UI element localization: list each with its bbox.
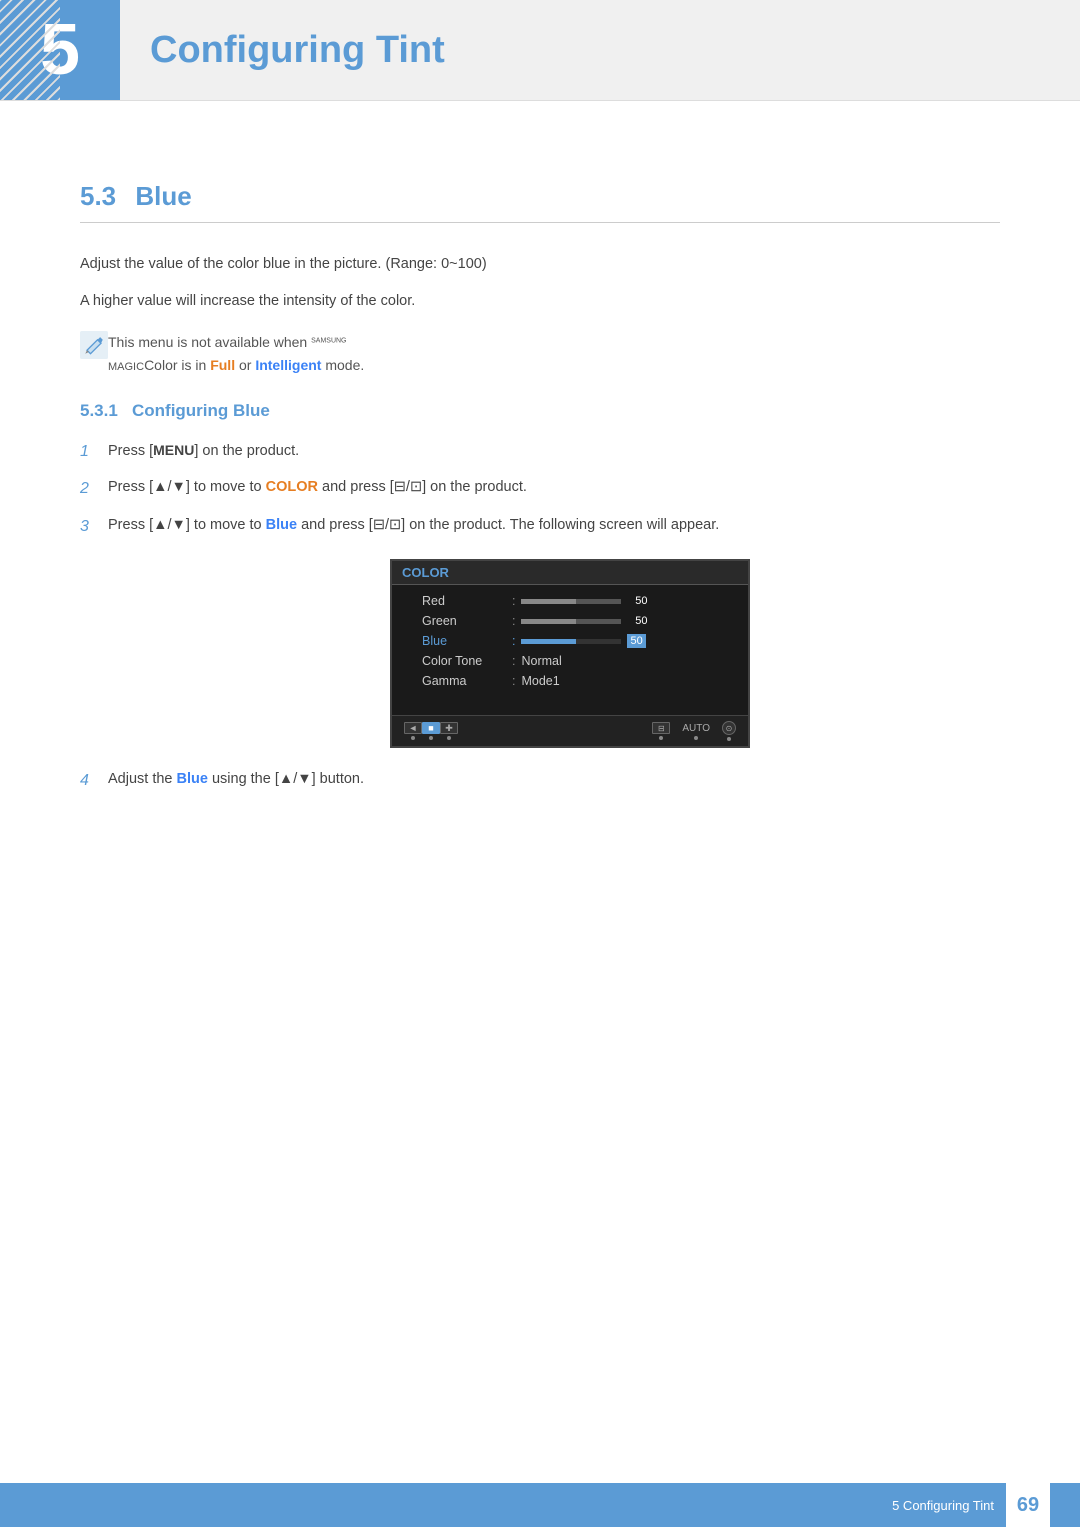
section-number: 5.3	[80, 181, 116, 211]
footer-icon-power: ⊙	[722, 721, 736, 735]
note-end: mode.	[321, 357, 364, 373]
note-icon	[80, 331, 108, 359]
color-word-step2: COLOR	[266, 479, 318, 495]
step-text-2: Press [▲/▼] to move to COLOR and press […	[108, 476, 1000, 499]
step-2: 2 Press [▲/▼] to move to COLOR and press…	[80, 476, 1000, 502]
menu-value-gamma: Mode1	[521, 674, 559, 688]
subsection-heading: 5.3.1 Configuring Blue	[80, 401, 1000, 421]
note-intelligent-word: Intelligent	[255, 357, 321, 373]
subsection-number: 5.3.1	[80, 401, 118, 420]
bar-track-green	[521, 619, 621, 624]
monitor-footer: ◄ ■ ✚ ⊟ AUTO	[392, 715, 748, 746]
section-heading: 5.3 Blue	[80, 181, 1000, 223]
monitor-menu-header: COLOR	[392, 561, 748, 585]
menu-value-green: 50	[521, 615, 647, 627]
chapter-banner: 5 Configuring Tint	[0, 0, 1080, 101]
monitor-menu-body: Red : 50 Green :	[392, 585, 748, 715]
footer-dot-4	[659, 736, 663, 740]
footer-btn-plus: ✚	[440, 722, 458, 740]
bar-track-red	[521, 599, 621, 604]
subsection-title-text: Configuring Blue	[132, 401, 270, 420]
menu-value-red: 50	[521, 595, 647, 607]
footer-icon-plus: ✚	[440, 722, 458, 734]
footer-icon-square: ■	[422, 722, 440, 734]
step-4-list: 4 Adjust the Blue using the [▲/▼] button…	[80, 768, 1000, 794]
bar-fill-blue	[521, 639, 576, 644]
monitor-screen: COLOR Red : 50 Green :	[390, 559, 750, 748]
menu-row-red: Red : 50	[392, 591, 748, 611]
step-3: 3 Press [▲/▼] to move to Blue and press …	[80, 514, 1000, 540]
menu-row-gamma: Gamma : Mode1	[392, 671, 748, 691]
step-1: 1 Press [MENU] on the product.	[80, 439, 1000, 465]
footer-dot-5	[694, 736, 698, 740]
screen-container: COLOR Red : 50 Green :	[140, 559, 1000, 748]
footer-page-number: 69	[1006, 1483, 1050, 1527]
menu-label-gamma: Gamma	[422, 674, 512, 688]
footer-dot-2	[429, 736, 433, 740]
menu-label-colortone: Color Tone	[422, 654, 512, 668]
bar-value-green: 50	[627, 615, 647, 627]
note-text-mid: Color is in	[144, 357, 210, 373]
footer-icon-monitor: ⊟	[652, 722, 670, 734]
bar-track-blue	[521, 639, 621, 644]
menu-row-blue: Blue : 50	[392, 631, 748, 651]
menu-row-colortone: Color Tone : Normal	[392, 651, 748, 671]
footer-btn-power: ⊙	[722, 721, 736, 741]
menu-label-red: Red	[422, 594, 512, 608]
step-number-3: 3	[80, 514, 108, 540]
menu-value-colortone: Normal	[521, 654, 561, 668]
footer-dot-3	[447, 736, 451, 740]
bar-fill-red	[521, 599, 576, 604]
footer-btn-left: ◄	[404, 722, 422, 740]
note-or: or	[235, 357, 255, 373]
description-para1: Adjust the value of the color blue in th…	[80, 253, 1000, 276]
chapter-header: 5 Configuring Tint	[0, 0, 1080, 141]
step-number-2: 2	[80, 476, 108, 502]
note-box: This menu is not available when SAMSUNGM…	[80, 331, 1000, 376]
footer-btn-square: ■	[422, 722, 440, 740]
menu-row-green: Green : 50	[392, 611, 748, 631]
chapter-title: Configuring Tint	[120, 29, 445, 72]
footer-icon-left: ◄	[404, 722, 422, 734]
note-content: This menu is not available when SAMSUNGM…	[108, 331, 364, 376]
bar-fill-green	[521, 619, 576, 624]
diagonal-decoration	[0, 0, 60, 100]
footer-dot-1	[411, 736, 415, 740]
color-word-step3: Blue	[266, 517, 297, 533]
step-4: 4 Adjust the Blue using the [▲/▼] button…	[80, 768, 1000, 794]
footer-btn-monitor: ⊟	[652, 722, 670, 740]
main-content: 5.3 Blue Adjust the value of the color b…	[0, 181, 1080, 894]
menu-spacer	[392, 691, 748, 709]
menu-label-blue: Blue	[422, 634, 512, 648]
bar-value-red: 50	[627, 595, 647, 607]
step-number-1: 1	[80, 439, 108, 465]
menu-label-green: Green	[422, 614, 512, 628]
steps-list: 1 Press [MENU] on the product. 2 Press […	[80, 439, 1000, 540]
section-title-text: Blue	[135, 181, 191, 211]
footer-btn-auto: AUTO	[682, 723, 710, 740]
step-text-4: Adjust the Blue using the [▲/▼] button.	[108, 768, 1000, 791]
color-word-step4: Blue	[177, 771, 208, 787]
menu-key: MENU	[153, 442, 194, 458]
bar-value-blue: 50	[627, 634, 645, 648]
note-text-before: This menu is not available when	[108, 334, 311, 350]
footer-auto-text: AUTO	[682, 723, 710, 734]
step-number-4: 4	[80, 768, 108, 794]
page-footer: 5 Configuring Tint 69	[0, 1483, 1080, 1527]
step-text-3: Press [▲/▼] to move to Blue and press [⊟…	[108, 514, 1000, 537]
menu-value-blue: 50	[521, 634, 645, 648]
step-text-1: Press [MENU] on the product.	[108, 439, 1000, 463]
footer-dot-6	[727, 737, 731, 741]
note-full-word: Full	[210, 357, 235, 373]
footer-chapter-text: 5 Configuring Tint	[892, 1498, 994, 1513]
description-para2: A higher value will increase the intensi…	[80, 290, 1000, 313]
